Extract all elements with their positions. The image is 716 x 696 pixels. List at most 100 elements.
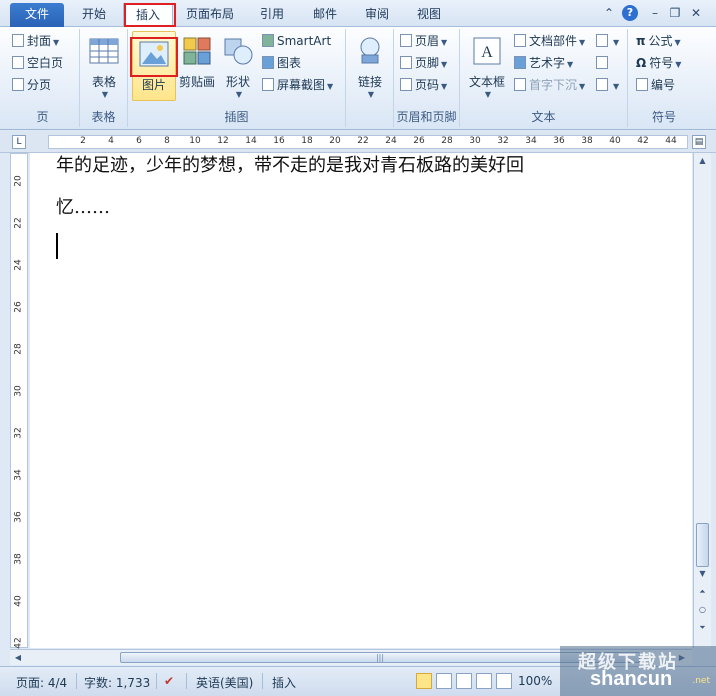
tab-review[interactable]: 审阅 [355, 3, 399, 27]
zoom-level[interactable]: 100% [518, 674, 552, 688]
cover-page-button[interactable]: 封面 ▼ [12, 31, 59, 51]
textbox-button[interactable]: A 文本框 ▼ [464, 35, 510, 99]
tab-view[interactable]: 视图 [407, 3, 451, 27]
clipart-label: 剪贴画 [178, 75, 215, 89]
vertical-ruler[interactable]: 20 22 24 26 28 30 32 34 36 38 40 42 [10, 153, 28, 649]
status-insert-mode[interactable]: 插入 [272, 674, 296, 691]
close-icon[interactable]: ✕ [688, 5, 704, 21]
picture-label: 图片 [141, 78, 166, 92]
dropcap-button[interactable]: 首字下沉 ▼ [514, 75, 585, 95]
previous-page-icon[interactable]: ⏶ [694, 584, 711, 600]
clipart-button[interactable]: 剪贴画 [178, 35, 216, 90]
ruler-number: 34 [525, 136, 537, 146]
ruler-number: 42 [637, 136, 649, 146]
browse-object-icon[interactable]: ○ [694, 602, 711, 618]
footer-button[interactable]: 页脚 ▼ [400, 53, 447, 73]
vertical-scroll-thumb[interactable] [696, 523, 709, 567]
footer-icon [400, 56, 412, 69]
scroll-down-icon[interactable]: ▼ [694, 566, 711, 582]
chevron-down-icon: ▼ [441, 82, 448, 91]
ruler-number: 30 [469, 136, 481, 146]
wordart-button[interactable]: 艺术字 ▼ [514, 53, 573, 73]
view-ruler-icon[interactable]: ▤ [692, 135, 706, 149]
tab-references[interactable]: 引用 [250, 3, 294, 27]
footer-label: 页脚 [415, 56, 440, 70]
blank-page-button[interactable]: 空白页 [12, 53, 63, 73]
ruler-number: 26 [13, 301, 24, 313]
group-text: A 文本框 ▼ 文档部件 ▼ 艺术字 ▼ 首字下沉 ▼ ▼ ▼ 文本 [460, 29, 628, 127]
ruler-number: 16 [273, 136, 285, 146]
group-illustrations: 图片 剪贴画 形状 ▼ SmartArt 图表 屏幕截图 ▼ 插图 [128, 29, 346, 127]
page-break-button[interactable]: 分页 [12, 75, 51, 95]
textbox-icon: A [473, 37, 501, 65]
blank-page-icon [12, 56, 24, 69]
quickparts-icon [514, 34, 526, 47]
shapes-button[interactable]: 形状 ▼ [218, 35, 258, 99]
collapse-ribbon-icon[interactable]: ⌃ [601, 5, 617, 21]
ruler-number: 18 [301, 136, 313, 146]
web-layout-icon[interactable] [456, 673, 472, 689]
equation-button[interactable]: π 公式 ▼ [636, 31, 681, 51]
minimize-icon[interactable]: – [647, 5, 663, 21]
print-layout-view-icon[interactable] [416, 673, 432, 689]
document-text-line: 忆…… [56, 197, 110, 218]
status-page[interactable]: 页面: 4/4 [16, 674, 67, 691]
proofing-icon[interactable]: ✔ [164, 674, 174, 688]
tab-file[interactable]: 文件 [10, 3, 64, 27]
help-icon[interactable]: ? [622, 5, 638, 21]
shapes-label: 形状 [225, 75, 250, 89]
smartart-button[interactable]: SmartArt [262, 31, 331, 51]
object-button[interactable]: ▼ [596, 75, 619, 95]
tab-mailings[interactable]: 邮件 [303, 3, 347, 27]
watermark-domain: .net [692, 676, 710, 686]
chevron-down-icon: ▼ [579, 38, 586, 47]
numbering-button[interactable]: 编号 [636, 75, 675, 95]
full-screen-reading-icon[interactable] [436, 673, 452, 689]
watermark-brand: shancun [590, 668, 673, 690]
group-label-symbols: 符号 [651, 110, 676, 124]
tab-page-layout[interactable]: 页面布局 [178, 3, 242, 27]
next-page-icon[interactable]: ⏷ [694, 620, 711, 636]
status-language[interactable]: 英语(美国) [196, 674, 253, 691]
dropcap-icon [514, 78, 526, 91]
page-number-button[interactable]: 页码 ▼ [400, 75, 447, 95]
group-label-illustrations: 插图 [224, 110, 249, 124]
tab-selector-button[interactable]: L [12, 135, 26, 149]
document-text-line: 年的足迹，少年的梦想，带不走的是我对青石板路的美好回 [56, 155, 524, 176]
signature-line-button[interactable]: ▼ [596, 31, 619, 51]
links-button[interactable]: 链接 ▼ [350, 35, 390, 99]
restore-icon[interactable]: ❐ [667, 5, 683, 21]
outline-view-icon[interactable] [476, 673, 492, 689]
chart-button[interactable]: 图表 [262, 53, 301, 73]
header-button[interactable]: 页眉 ▼ [400, 31, 447, 51]
smartart-icon [262, 34, 274, 47]
screenshot-button[interactable]: 屏幕截图 ▼ [262, 75, 333, 95]
document-page[interactable]: 年的足迹，少年的梦想，带不走的是我对青石板路的美好回 忆…… [30, 153, 692, 648]
date-time-button[interactable] [596, 53, 611, 73]
ribbon-tab-bar: 文件 开始 插入 页面布局 引用 邮件 审阅 视图 ⌃ ? – ❐ ✕ [0, 0, 716, 28]
chevron-down-icon: ▼ [613, 82, 620, 91]
scroll-left-icon[interactable]: ◀ [10, 650, 26, 666]
tab-home[interactable]: 开始 [70, 3, 118, 27]
vertical-scrollbar[interactable]: ▲ ▼ ⏶ ○ ⏷ [693, 153, 711, 648]
clipart-icon [183, 37, 211, 65]
ruler-number: 44 [665, 136, 677, 146]
pi-icon: π [636, 34, 646, 48]
header-icon [400, 34, 412, 47]
quickparts-button[interactable]: 文档部件 ▼ [514, 31, 585, 51]
scroll-up-icon[interactable]: ▲ [694, 153, 711, 169]
status-word-count[interactable]: 字数: 1,733 [84, 674, 150, 691]
symbol-button[interactable]: Ω 符号 ▼ [636, 53, 681, 73]
chevron-down-icon: ▼ [613, 38, 620, 47]
quickparts-label: 文档部件 [529, 34, 578, 48]
table-button[interactable]: 表格 ▼ [84, 35, 124, 99]
symbol-label: 符号 [649, 56, 674, 70]
draft-view-icon[interactable] [496, 673, 512, 689]
group-label-header-footer: 页眉和页脚 [396, 110, 457, 124]
group-label-tables: 表格 [91, 110, 116, 124]
chevron-down-icon: ▼ [675, 60, 682, 69]
group-tables: 表格 ▼ 表格 [80, 29, 128, 127]
ruler-number: 6 [136, 136, 142, 146]
chevron-down-icon: ▼ [53, 38, 60, 47]
horizontal-ruler[interactable]: 2 4 6 8 10 12 14 16 18 20 22 24 26 28 30 32 34 36 38 40 42 44 [48, 135, 688, 149]
